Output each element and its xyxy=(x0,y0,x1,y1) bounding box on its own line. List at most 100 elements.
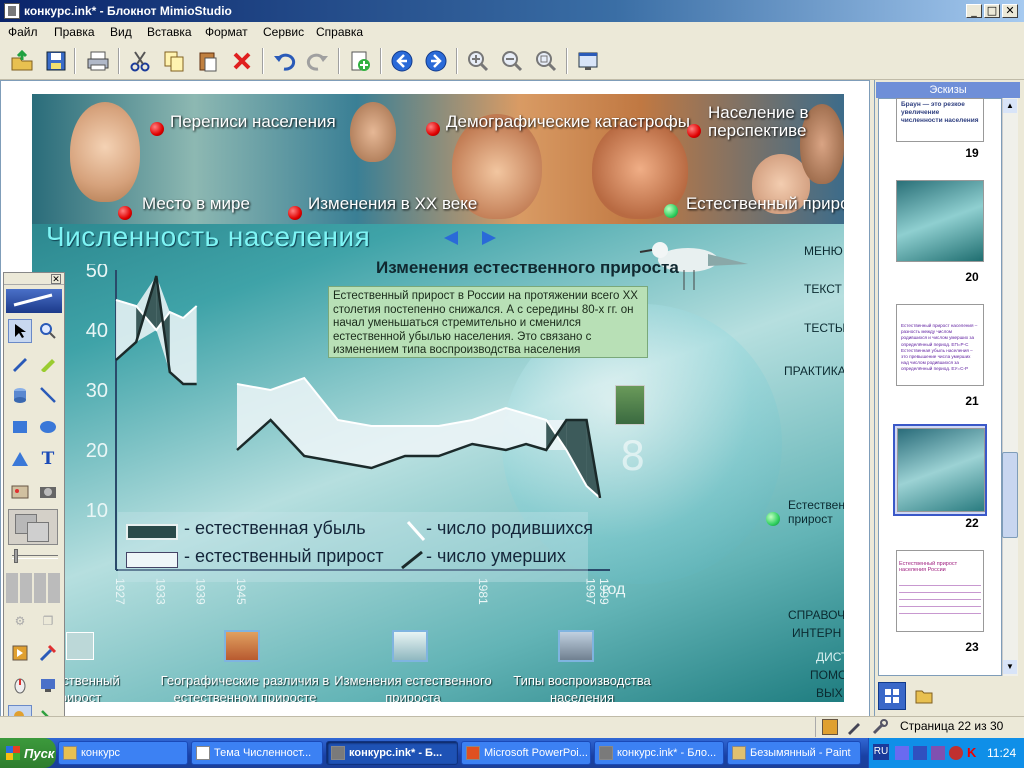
screen-capture-icon[interactable] xyxy=(36,673,60,697)
select-tool-icon[interactable] xyxy=(8,319,32,343)
sketch-thumb-23-title: Естественный прирост населения России xyxy=(899,561,958,573)
zoom-in-icon[interactable] xyxy=(464,47,492,75)
sketch-thumb-21[interactable]: Естественный прирост населения – разност… xyxy=(896,304,984,386)
mouse-icon[interactable] xyxy=(8,673,32,697)
sketch-scrollbar[interactable] xyxy=(1002,98,1018,676)
menu-insert[interactable]: Вставка xyxy=(147,25,192,39)
copy-icon[interactable] xyxy=(160,47,188,75)
side-menu-distance[interactable]: ДИСТ xyxy=(816,650,844,664)
zoom-out-icon[interactable] xyxy=(498,47,526,75)
bottom-link-geographic-differences[interactable]: Географические различия в естественном п… xyxy=(160,672,330,702)
side-menu-menu[interactable]: МЕНЮ xyxy=(804,244,843,258)
triangle-tool-icon[interactable] xyxy=(8,447,32,471)
sketch-thumb-19[interactable]: Браун — это резкое увеличение численност… xyxy=(896,98,984,142)
text-tool-icon[interactable]: T xyxy=(36,447,60,471)
tray-icon[interactable] xyxy=(913,746,927,760)
menu-service[interactable]: Сервис xyxy=(263,25,304,39)
side-menu-exit[interactable]: ВЫХ xyxy=(816,686,843,700)
presentation-icon[interactable] xyxy=(8,641,32,665)
line-tool-icon[interactable] xyxy=(36,383,60,407)
link-changes-xx-century[interactable]: Изменения в XX веке xyxy=(308,194,477,214)
task-mimio-2[interactable]: конкурс.ink* - Бло... xyxy=(594,741,724,765)
scroll-up-icon[interactable]: ▲ xyxy=(1003,99,1017,113)
sketch-thumb-20[interactable] xyxy=(896,180,984,262)
paste-icon[interactable] xyxy=(194,47,222,75)
menu-bar: Файл Правка Вид Вставка Формат Сервис Сп… xyxy=(0,22,1024,42)
zoom-tool-icon[interactable] xyxy=(36,319,60,343)
link-natural-increase[interactable]: Естественный прирост xyxy=(686,194,844,214)
screen-icon[interactable] xyxy=(574,47,602,75)
ungroup-icon[interactable]: ❐ xyxy=(36,609,60,633)
undo-icon[interactable] xyxy=(270,47,298,75)
side-menu-practice[interactable]: ПРАКТИКА xyxy=(784,364,844,378)
delete-icon[interactable] xyxy=(228,47,256,75)
task-powerpoint[interactable]: Microsoft PowerPoi... xyxy=(461,741,591,765)
scrollbar-thumb[interactable] xyxy=(1002,452,1018,538)
back-icon[interactable] xyxy=(388,47,416,75)
sketch-thumb-23[interactable]: Естественный прирост населения России xyxy=(896,550,984,632)
close-button[interactable]: ✕ xyxy=(1002,4,1018,18)
antivirus-icon[interactable]: K xyxy=(967,746,981,760)
task-mimio-active[interactable]: конкурс.ink* - Б... xyxy=(326,741,458,765)
menu-view[interactable]: Вид xyxy=(110,25,132,39)
task-konkurs-folder[interactable]: конкурс xyxy=(58,741,188,765)
rectangle-tool-icon[interactable] xyxy=(8,415,32,439)
side-menu-text[interactable]: ТЕКСТ xyxy=(804,282,842,296)
x-tick-label: 1939 xyxy=(194,578,208,605)
side-menu-help[interactable]: ПОМО xyxy=(810,668,844,682)
menu-edit[interactable]: Правка xyxy=(54,25,95,39)
pen-tool-icon[interactable] xyxy=(8,351,32,375)
slide[interactable]: Переписи населения Демографические катас… xyxy=(32,94,844,702)
tools-icon[interactable] xyxy=(36,641,60,665)
link-demographic-catastrophes[interactable]: Демографические катастрофы xyxy=(446,112,690,132)
image-tool-icon[interactable] xyxy=(8,479,32,503)
task-word-doc[interactable]: Тема Численност... xyxy=(191,741,323,765)
bottom-link-changes[interactable]: Изменения естественного прироста xyxy=(334,672,492,702)
slider-thumb[interactable] xyxy=(14,549,18,563)
print-icon[interactable] xyxy=(84,47,112,75)
start-button[interactable]: Пуск xyxy=(0,738,56,768)
link-place-in-world[interactable]: Место в мире xyxy=(142,194,250,214)
minimize-button[interactable]: _ xyxy=(966,4,982,18)
tray-icon[interactable] xyxy=(931,746,945,760)
palette-close-icon[interactable]: ✕ xyxy=(51,274,61,284)
tray-icon[interactable] xyxy=(949,746,963,760)
open-icon[interactable] xyxy=(8,47,36,75)
cut-icon[interactable] xyxy=(126,47,154,75)
menu-file[interactable]: Файл xyxy=(8,25,38,39)
new-page-icon[interactable] xyxy=(346,47,374,75)
maximize-button[interactable]: □ xyxy=(984,4,1000,18)
task-paint[interactable]: Безымянный - Paint xyxy=(727,741,861,765)
tools-status-icon[interactable] xyxy=(872,719,888,735)
highlighter-tool-icon[interactable] xyxy=(36,351,60,375)
presentation-mode-icon[interactable] xyxy=(822,719,838,735)
forward-icon[interactable] xyxy=(422,47,450,75)
language-indicator[interactable]: RU xyxy=(873,744,889,760)
redo-icon[interactable] xyxy=(304,47,332,75)
ellipse-tool-icon[interactable] xyxy=(36,415,60,439)
menu-format[interactable]: Формат xyxy=(205,25,248,39)
slide-nav-arrows-icon[interactable] xyxy=(440,230,500,246)
link-population-prospects[interactable]: Население в перспективе xyxy=(708,104,838,140)
eraser-tool-icon[interactable] xyxy=(8,383,32,407)
zoom-fit-icon[interactable] xyxy=(532,47,560,75)
group-icon[interactable]: ⚙ xyxy=(8,609,32,633)
bottom-link-reproduction-types[interactable]: Типы воспроизводства населения xyxy=(502,672,662,702)
menu-help[interactable]: Справка xyxy=(316,25,363,39)
side-menu-internet[interactable]: ИНТЕРН xyxy=(792,626,841,640)
save-icon[interactable] xyxy=(42,47,70,75)
side-menu-reference[interactable]: СПРАВОЧН xyxy=(788,608,844,622)
pen-status-icon[interactable] xyxy=(846,719,862,735)
line-width-slider[interactable] xyxy=(12,555,58,559)
scroll-down-icon[interactable]: ▼ xyxy=(1003,660,1017,674)
line-style-grid[interactable] xyxy=(6,573,62,603)
sketch-thumb-22[interactable] xyxy=(897,428,985,512)
link-censuses[interactable]: Переписи населения xyxy=(170,112,336,132)
camera-tool-icon[interactable] xyxy=(36,479,60,503)
color-picker[interactable] xyxy=(8,509,58,545)
sketch-view-icon[interactable] xyxy=(878,682,906,710)
side-menu-tests[interactable]: ТЕСТЫ xyxy=(804,321,844,335)
folder-view-icon[interactable] xyxy=(910,682,938,710)
side-link-natural-increase[interactable]: Естествен прирост xyxy=(788,498,844,526)
tray-icon[interactable] xyxy=(895,746,909,760)
